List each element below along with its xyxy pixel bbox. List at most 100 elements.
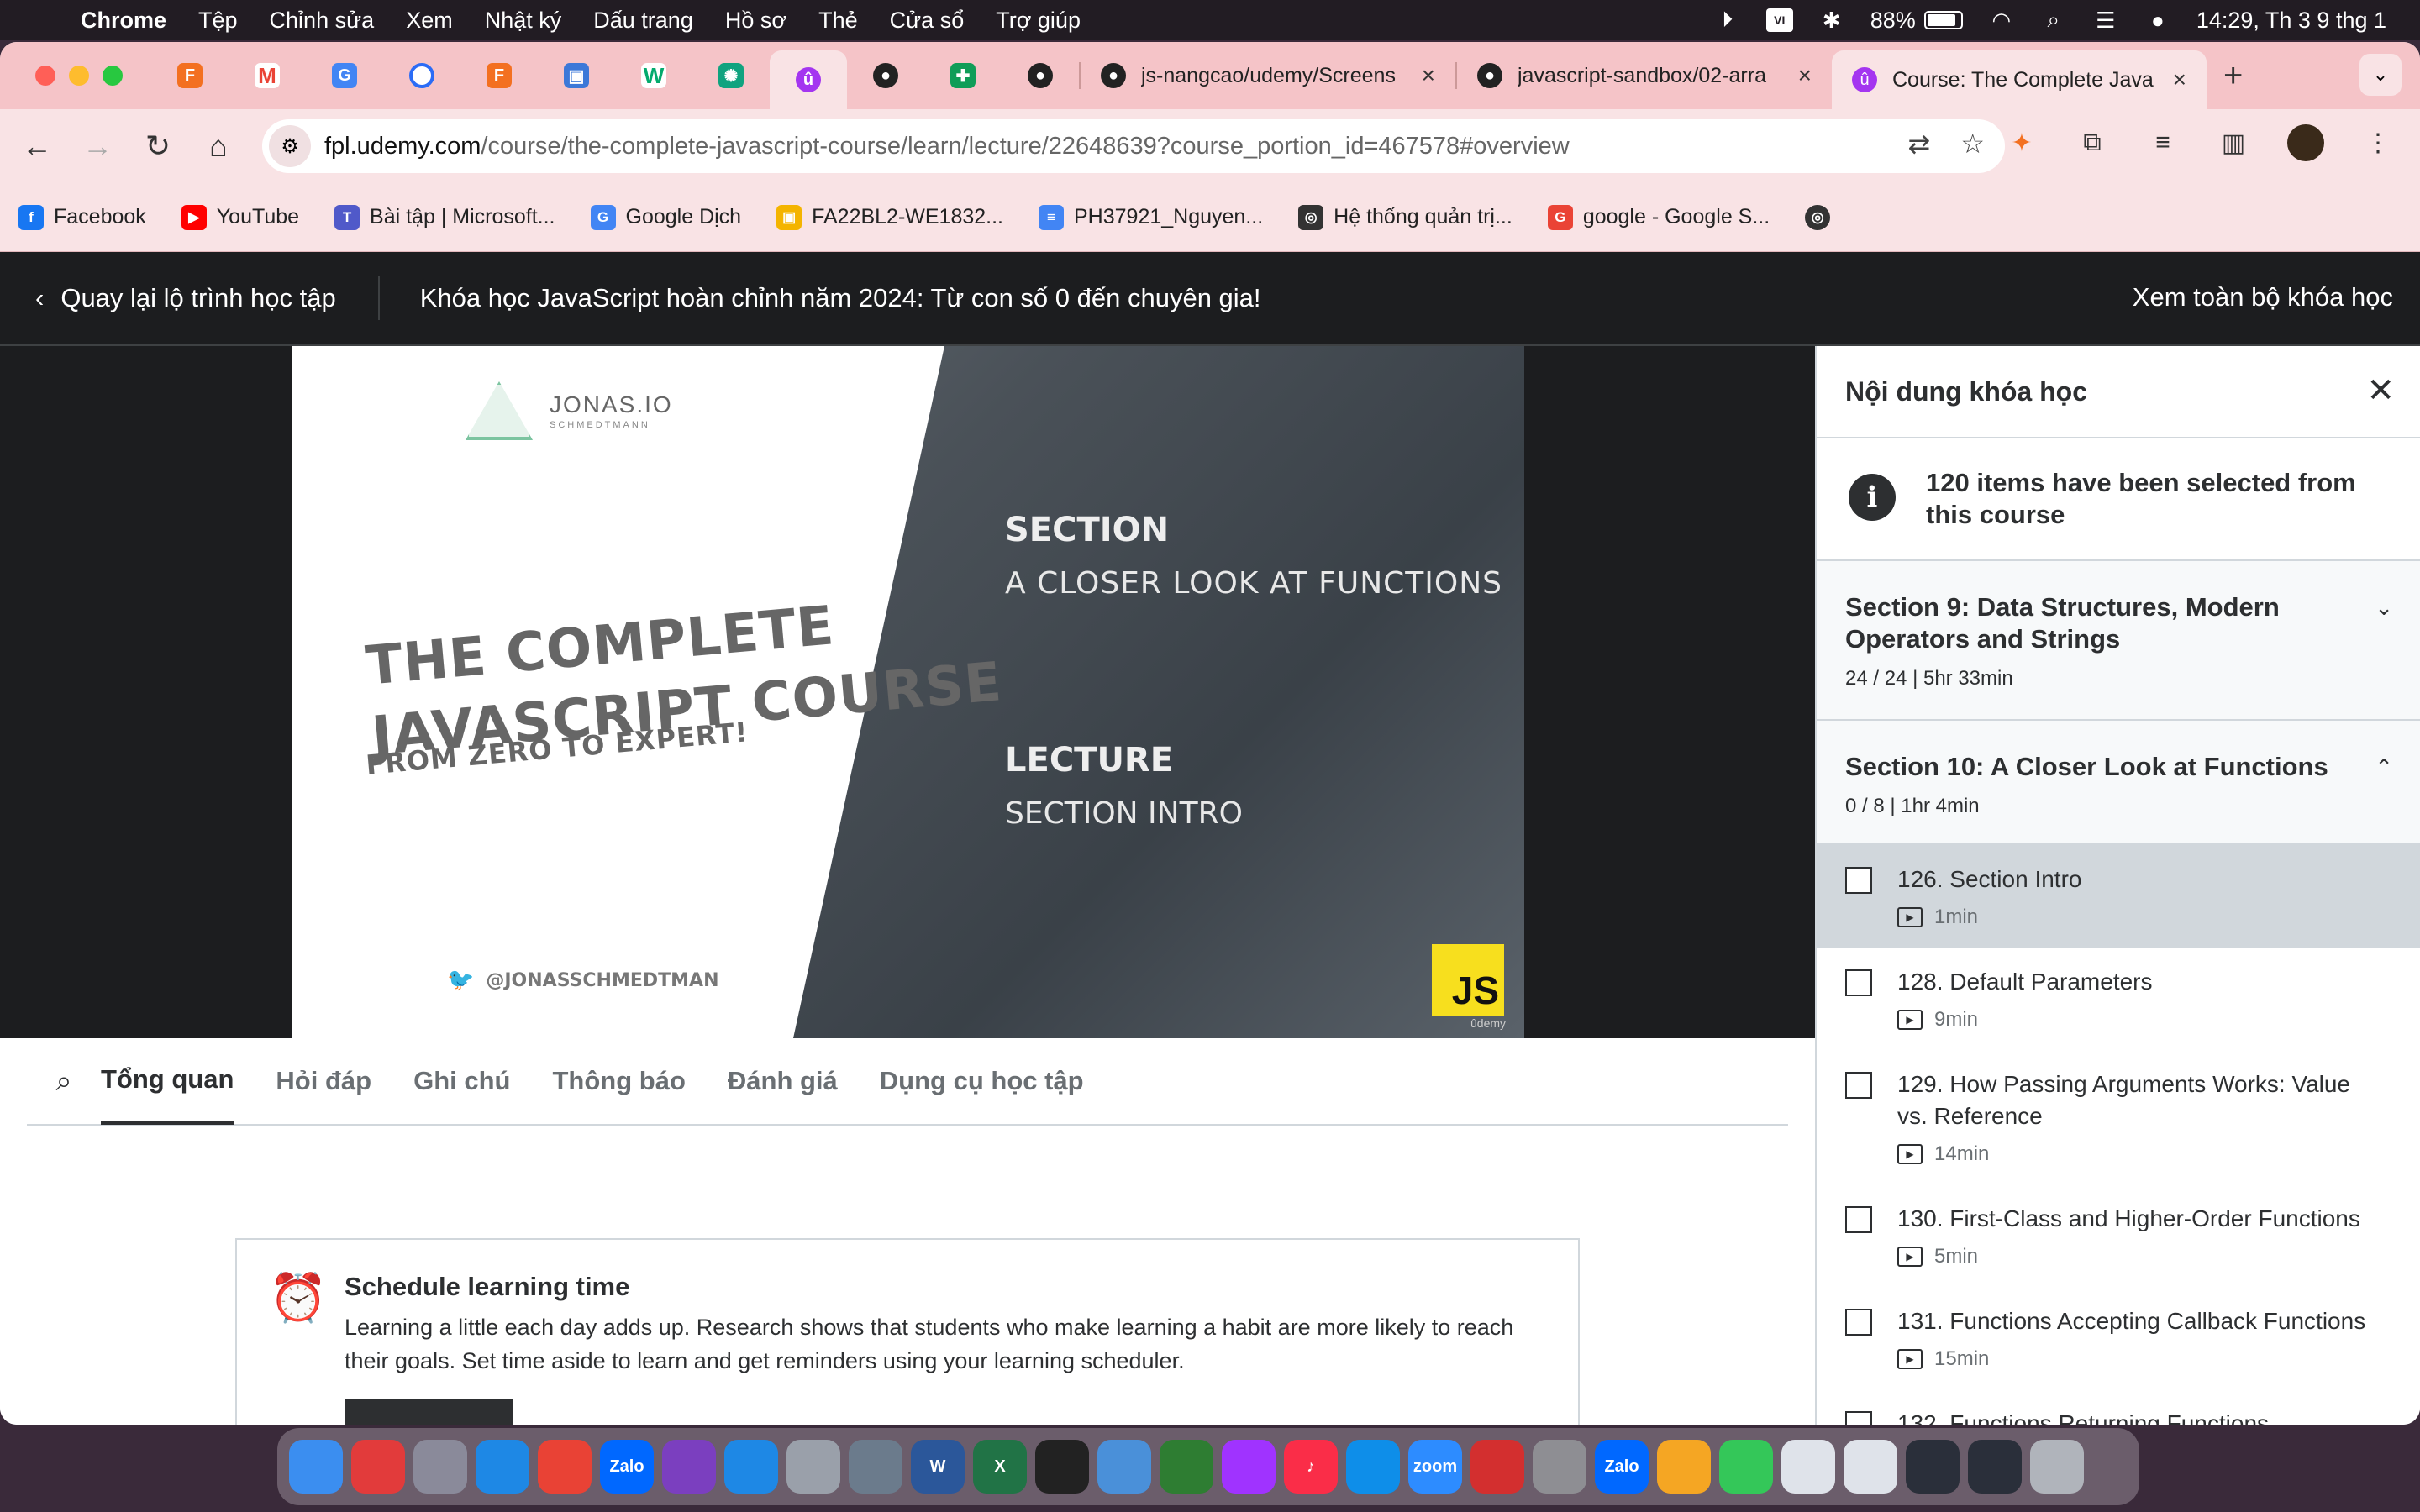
- tab-learning-tools[interactable]: Dụng cụ học tập: [880, 1037, 1084, 1125]
- pinned-tab-sheets[interactable]: ✚: [924, 50, 1002, 101]
- tab-overview[interactable]: Tổng quan: [101, 1037, 234, 1125]
- translate-page-icon[interactable]: ⇄: [1908, 128, 1931, 160]
- word-icon[interactable]: W: [911, 1440, 965, 1494]
- control-center-icon[interactable]: ☰: [2092, 8, 2119, 33]
- tab-notes[interactable]: Ghi chú: [413, 1037, 510, 1125]
- xcode-tool-icon[interactable]: [1097, 1440, 1151, 1494]
- pinned-tab-w3[interactable]: W: [615, 50, 692, 101]
- lecture-item-129[interactable]: 129. How Passing Arguments Works: Value …: [1817, 1050, 2420, 1184]
- zoom-window-button[interactable]: [103, 66, 123, 86]
- recent-window-1-icon[interactable]: [1781, 1440, 1835, 1494]
- fpt-extension-icon[interactable]: ✦: [2005, 126, 2039, 160]
- bookmark-admin-system[interactable]: ◎ Hệ thống quản trị...: [1298, 204, 1512, 230]
- chrome-menu-icon[interactable]: ⋮: [2361, 126, 2395, 160]
- parallels-icon[interactable]: [1470, 1440, 1524, 1494]
- lecture-item-131[interactable]: 131. Functions Accepting Callback Functi…: [1817, 1287, 2420, 1389]
- back-to-learning-path-link[interactable]: ‹ Quay lại lộ trình học tập: [35, 283, 336, 313]
- bookmark-google-translate[interactable]: G Google Dịch: [590, 204, 741, 230]
- bookmark-star-icon[interactable]: ☆: [1960, 128, 1985, 160]
- menu-file[interactable]: Tệp: [198, 8, 238, 34]
- preview-icon[interactable]: [849, 1440, 902, 1494]
- menubar-clock[interactable]: 14:29, Th 3 9 thg 1: [2196, 8, 2386, 34]
- close-icon[interactable]: ✕: [2366, 371, 2395, 410]
- forward-arrow-icon[interactable]: →: [67, 129, 128, 164]
- pinned-tab-udemy[interactable]: û: [770, 50, 847, 109]
- view-full-course-link[interactable]: Xem toàn bộ khóa học: [2133, 282, 2393, 312]
- lecture-checkbox[interactable]: [1845, 1206, 1872, 1233]
- pinned-tab-fpt[interactable]: F: [151, 50, 229, 101]
- get-started-button[interactable]: Get started: [345, 1399, 513, 1425]
- messenger-icon[interactable]: [1222, 1440, 1276, 1494]
- zalo-alt-icon[interactable]: Zalo: [1595, 1440, 1649, 1494]
- recent-window-4-icon[interactable]: [1968, 1440, 2022, 1494]
- lecture-item-128[interactable]: 128. Default Parameters ▶ 9min: [1817, 948, 2420, 1050]
- close-tab-icon[interactable]: ×: [1798, 62, 1812, 89]
- tab-search-chevron-icon[interactable]: ⌄: [2360, 54, 2402, 96]
- back-arrow-icon[interactable]: ←: [7, 129, 67, 164]
- pinned-tab-contacts[interactable]: ▣: [538, 50, 615, 101]
- lecture-checkbox[interactable]: [1845, 1411, 1872, 1425]
- home-icon[interactable]: ⌂: [188, 129, 249, 164]
- bookmark-youtube[interactable]: ▶ YouTube: [181, 204, 299, 230]
- wifi-icon[interactable]: ◠: [1988, 8, 2015, 33]
- pinned-tab-github[interactable]: ●: [847, 50, 924, 101]
- menu-help[interactable]: Trợ giúp: [996, 8, 1081, 34]
- github-desktop-icon[interactable]: [662, 1440, 716, 1494]
- battery-indicator[interactable]: 88%: [1870, 8, 1963, 34]
- safari-icon[interactable]: [476, 1440, 529, 1494]
- cube-app-icon[interactable]: [1160, 1440, 1213, 1494]
- lecture-checkbox[interactable]: [1845, 867, 1872, 894]
- minimize-window-button[interactable]: [69, 66, 89, 86]
- menu-history[interactable]: Nhật ký: [485, 8, 562, 34]
- menu-tab[interactable]: Thẻ: [818, 8, 858, 34]
- lecture-checkbox[interactable]: [1845, 969, 1872, 996]
- pinned-tab-fpt-2[interactable]: F: [460, 50, 538, 101]
- zalo-icon[interactable]: Zalo: [600, 1440, 654, 1494]
- section-9[interactable]: Section 9: Data Structures, Modern Opera…: [1817, 561, 2420, 721]
- tab-js-nangcao[interactable]: ● js-nangcao/udemy/Screens ×: [1081, 50, 1455, 101]
- teamviewer-icon[interactable]: [1346, 1440, 1400, 1494]
- video-player[interactable]: JONAS.IO SCHMEDTMANN THE COMPLETE JAVASC…: [0, 346, 1815, 1038]
- zoom-icon[interactable]: zoom: [1408, 1440, 1462, 1494]
- play-icon[interactable]: ⏵: [1714, 7, 1741, 32]
- lecture-item-132[interactable]: 132. Functions Returning Functions: [1817, 1389, 2420, 1425]
- bookmark-globe[interactable]: ◎: [1805, 204, 1840, 230]
- menu-view[interactable]: Xem: [406, 8, 453, 34]
- close-tab-icon[interactable]: ×: [1422, 62, 1435, 89]
- menu-profiles[interactable]: Hồ sơ: [725, 8, 786, 34]
- menu-bookmarks[interactable]: Dấu trang: [593, 8, 693, 34]
- reload-icon[interactable]: ↻: [128, 129, 188, 164]
- launchpad-icon[interactable]: [413, 1440, 467, 1494]
- extensions-puzzle-icon[interactable]: ⧉: [2075, 126, 2109, 160]
- pinned-tab-chatgpt[interactable]: ✺: [692, 50, 770, 101]
- address-url[interactable]: fpl.udemy.com/course/the-complete-javasc…: [324, 133, 1570, 160]
- chrome-icon[interactable]: [538, 1440, 592, 1494]
- photos-icon[interactable]: [1657, 1440, 1711, 1494]
- dismiss-button[interactable]: Dismiss: [531, 1399, 621, 1425]
- vscode-icon[interactable]: [724, 1440, 778, 1494]
- recent-window-2-icon[interactable]: [1844, 1440, 1897, 1494]
- pinned-tab-translate[interactable]: G: [306, 50, 383, 101]
- lecture-checkbox[interactable]: [1845, 1309, 1872, 1336]
- section-10[interactable]: Section 10: A Closer Look at Functions 0…: [1817, 721, 2420, 845]
- pinned-tab-gmail[interactable]: M: [229, 50, 306, 101]
- system-utility-icon[interactable]: [786, 1440, 840, 1494]
- system-settings-icon[interactable]: [1533, 1440, 1586, 1494]
- finder-icon[interactable]: [289, 1440, 343, 1494]
- bookmark-facebook[interactable]: f Facebook: [18, 204, 146, 230]
- close-window-button[interactable]: [35, 66, 55, 86]
- bookmark-docs[interactable]: ≡ PH37921_Nguyen...: [1039, 204, 1263, 230]
- pinned-tab-github-2[interactable]: ●: [1002, 50, 1079, 101]
- bookmark-google-search[interactable]: Ggoogle - Google S...: [1547, 204, 1770, 230]
- recent-window-3-icon[interactable]: [1906, 1440, 1960, 1494]
- tab-reviews[interactable]: Đánh giá: [728, 1037, 838, 1125]
- address-bar[interactable]: ⚙ fpl.udemy.com/course/the-complete-java…: [262, 119, 2005, 173]
- excel-icon[interactable]: X: [973, 1440, 1027, 1494]
- bluetooth-icon[interactable]: ✱: [1818, 8, 1845, 33]
- pinned-tab-opera[interactable]: [383, 50, 460, 101]
- tab-announcements[interactable]: Thông báo: [552, 1037, 685, 1125]
- facetime-icon[interactable]: [1719, 1440, 1773, 1494]
- tab-javascript-sandbox[interactable]: ● javascript-sandbox/02-arra ×: [1457, 50, 1832, 101]
- tab-udemy-course[interactable]: û Course: The Complete Java ×: [1832, 50, 2207, 109]
- figma-icon[interactable]: [1035, 1440, 1089, 1494]
